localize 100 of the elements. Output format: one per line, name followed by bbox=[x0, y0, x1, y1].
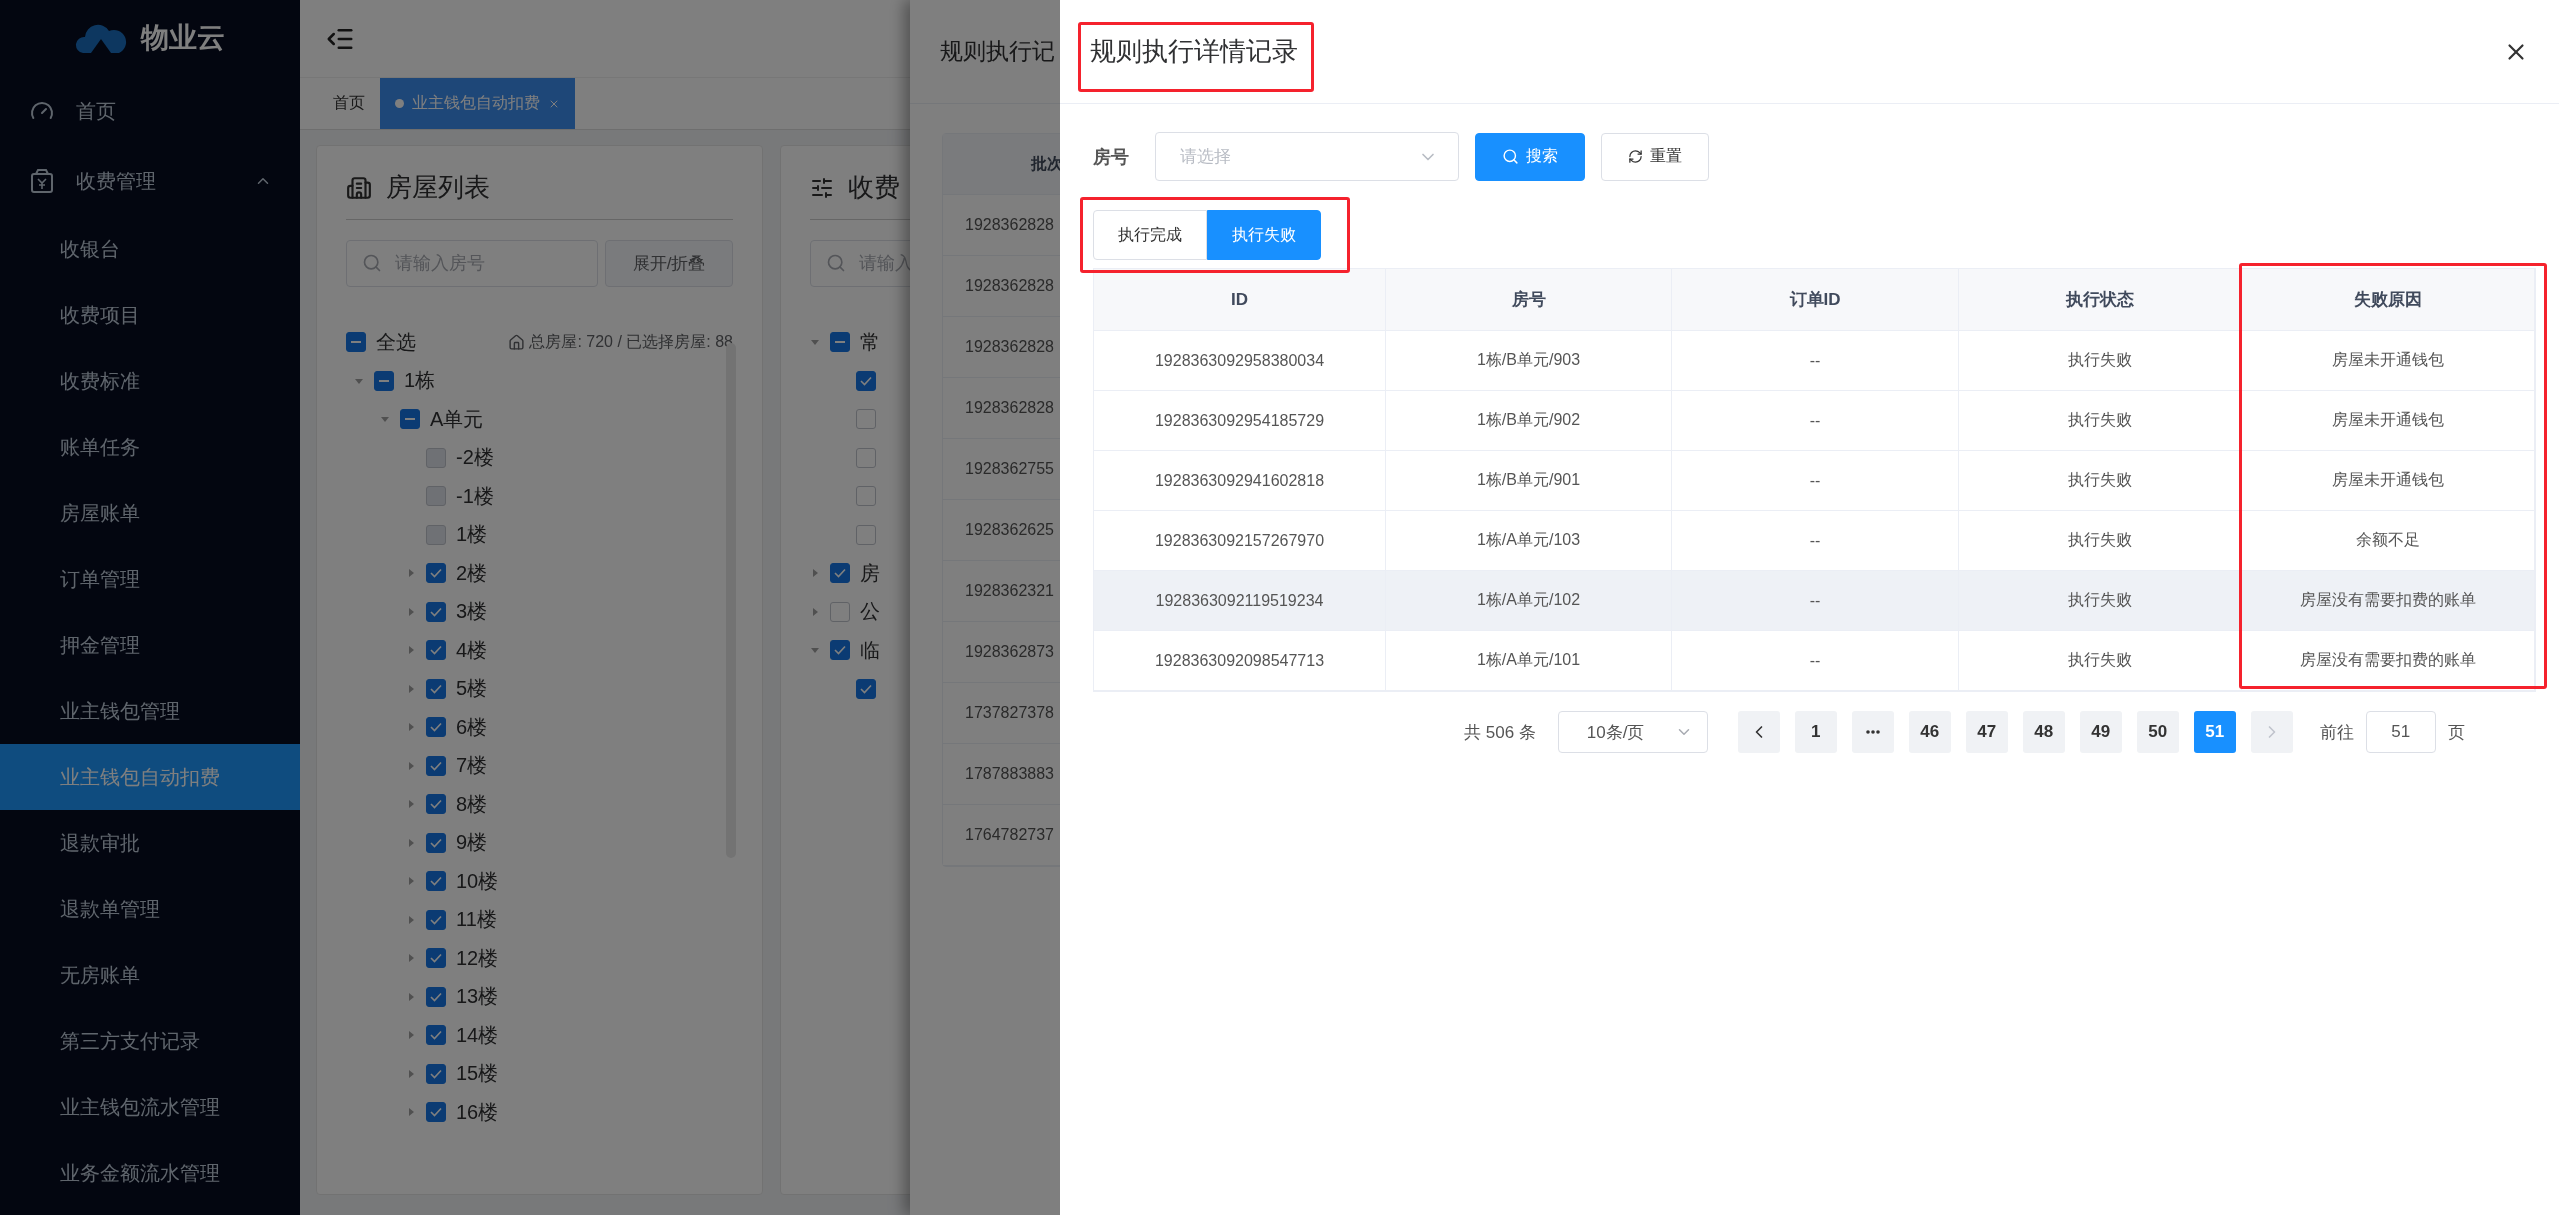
checkbox[interactable] bbox=[426, 832, 446, 853]
caret-icon[interactable] bbox=[810, 568, 820, 579]
caret-icon[interactable] bbox=[406, 1068, 416, 1079]
tree-label[interactable]: 12楼 bbox=[456, 944, 499, 972]
caret-icon[interactable] bbox=[406, 837, 416, 848]
select-all-label[interactable]: 全选 bbox=[376, 328, 416, 356]
caret-icon[interactable] bbox=[406, 953, 416, 964]
checkbox[interactable] bbox=[856, 370, 876, 391]
checkbox[interactable] bbox=[830, 563, 850, 584]
tree-label[interactable]: 公 bbox=[860, 598, 880, 626]
checkbox[interactable] bbox=[426, 601, 446, 622]
menu-item[interactable]: 订单管理 bbox=[0, 546, 300, 612]
menu-item[interactable]: 业务金额流水管理 bbox=[0, 1140, 300, 1206]
checkbox[interactable] bbox=[426, 755, 446, 776]
checkbox[interactable] bbox=[400, 409, 420, 430]
checkbox[interactable] bbox=[426, 1063, 446, 1084]
expand-collapse-button[interactable]: 展开/折叠 bbox=[605, 240, 733, 287]
checkbox[interactable] bbox=[856, 447, 876, 468]
caret-icon[interactable] bbox=[810, 606, 820, 617]
tree-label[interactable]: 13楼 bbox=[456, 983, 499, 1011]
tree-label[interactable]: 5楼 bbox=[456, 675, 488, 703]
page-button[interactable]: 46 bbox=[1908, 711, 1951, 753]
page-tab[interactable]: 业主钱包自动扣费 bbox=[380, 78, 575, 129]
menu-item[interactable]: 房屋账单 bbox=[0, 480, 300, 546]
page-tab[interactable]: 首页 bbox=[318, 78, 380, 129]
search-button[interactable]: 搜索 bbox=[1475, 132, 1585, 181]
page-input[interactable]: 51 bbox=[2365, 711, 2436, 753]
page-size-select[interactable]: 10条/页 bbox=[1557, 711, 1708, 753]
checkbox[interactable] bbox=[426, 986, 446, 1007]
caret-icon[interactable] bbox=[406, 799, 416, 810]
caret-icon[interactable] bbox=[406, 683, 416, 694]
tree-label[interactable]: A单元 bbox=[430, 405, 484, 433]
status-tab[interactable]: 执行完成 bbox=[1093, 210, 1207, 260]
tree-label[interactable]: 9楼 bbox=[456, 829, 488, 857]
page-button[interactable]: 49 bbox=[2079, 711, 2122, 753]
checkbox[interactable] bbox=[426, 1102, 446, 1123]
checkbox[interactable] bbox=[830, 640, 850, 661]
tree-label[interactable]: 14楼 bbox=[456, 1021, 499, 1049]
page-button[interactable]: 48 bbox=[2022, 711, 2065, 753]
previous-page-button[interactable] bbox=[1737, 711, 1780, 753]
tree-label[interactable]: 7楼 bbox=[456, 752, 488, 780]
tree-label[interactable]: 8楼 bbox=[456, 790, 488, 818]
caret-icon[interactable] bbox=[406, 606, 416, 617]
checkbox[interactable] bbox=[426, 948, 446, 969]
tree-label[interactable]: 房 bbox=[860, 559, 880, 587]
page-button[interactable]: 50 bbox=[2136, 711, 2179, 753]
tree-label[interactable]: 6楼 bbox=[456, 713, 488, 741]
menu-item[interactable]: 押金管理 bbox=[0, 612, 300, 678]
checkbox[interactable] bbox=[426, 563, 446, 584]
checkbox[interactable] bbox=[856, 524, 876, 545]
checkbox[interactable] bbox=[426, 717, 446, 738]
menu-item[interactable]: 第三方支付记录 bbox=[0, 1008, 300, 1074]
checkbox[interactable] bbox=[856, 409, 876, 430]
checkbox[interactable] bbox=[426, 871, 446, 892]
menu-item[interactable]: 退款单管理 bbox=[0, 876, 300, 942]
caret-icon[interactable] bbox=[406, 1107, 416, 1118]
caret-icon[interactable] bbox=[406, 645, 416, 656]
menu-item[interactable]: 收费管理 bbox=[0, 146, 300, 216]
status-tab[interactable]: 执行失败 bbox=[1207, 210, 1321, 260]
menu-item[interactable]: 业主钱包流水管理 bbox=[0, 1074, 300, 1140]
caret-icon[interactable] bbox=[406, 876, 416, 887]
checkbox[interactable] bbox=[426, 678, 446, 699]
tree-label[interactable]: 15楼 bbox=[456, 1060, 499, 1088]
tree-label[interactable]: 11楼 bbox=[456, 906, 497, 934]
checkbox[interactable] bbox=[426, 1025, 446, 1046]
menu-item[interactable]: 首页 bbox=[0, 76, 300, 146]
tree-label[interactable]: 16楼 bbox=[456, 1098, 499, 1126]
tree-label[interactable]: 2楼 bbox=[456, 559, 488, 587]
caret-icon[interactable] bbox=[406, 760, 416, 771]
checkbox[interactable] bbox=[856, 486, 876, 507]
tree-label[interactable]: 10楼 bbox=[456, 867, 499, 895]
checkbox[interactable] bbox=[374, 370, 394, 391]
menu-item[interactable]: 收银台 bbox=[0, 216, 300, 282]
tree-label[interactable]: 3楼 bbox=[456, 598, 488, 626]
page-button[interactable]: 1 bbox=[1794, 711, 1837, 753]
caret-icon[interactable] bbox=[406, 991, 416, 1002]
page-button[interactable]: 47 bbox=[1965, 711, 2008, 753]
tree-label[interactable]: 常 bbox=[860, 328, 880, 356]
tree-label[interactable]: 临 bbox=[860, 636, 880, 664]
checkbox[interactable] bbox=[856, 678, 876, 699]
menu-item[interactable]: 业主钱包管理 bbox=[0, 678, 300, 744]
caret-icon[interactable] bbox=[406, 722, 416, 733]
menu-item[interactable]: 收费标准 bbox=[0, 348, 300, 414]
checkbox[interactable] bbox=[830, 601, 850, 622]
menu-item[interactable]: 退款审批 bbox=[0, 810, 300, 876]
caret-icon[interactable] bbox=[406, 1030, 416, 1041]
menu-item[interactable]: 无房账单 bbox=[0, 942, 300, 1008]
reset-button[interactable]: 重置 bbox=[1601, 132, 1709, 181]
tree-label[interactable]: 4楼 bbox=[456, 636, 488, 664]
caret-icon[interactable] bbox=[406, 914, 416, 925]
menu-item[interactable]: 收费项目 bbox=[0, 282, 300, 348]
checkbox[interactable] bbox=[830, 332, 850, 353]
more-pages-button[interactable] bbox=[1851, 711, 1894, 753]
caret-icon[interactable] bbox=[406, 568, 416, 579]
checkbox[interactable] bbox=[426, 640, 446, 661]
checkbox[interactable] bbox=[426, 794, 446, 815]
tree-label[interactable]: 1栋 bbox=[404, 367, 436, 395]
checkbox[interactable] bbox=[426, 909, 446, 930]
menu-item[interactable]: 账单任务 bbox=[0, 414, 300, 480]
checkbox[interactable] bbox=[346, 332, 366, 353]
